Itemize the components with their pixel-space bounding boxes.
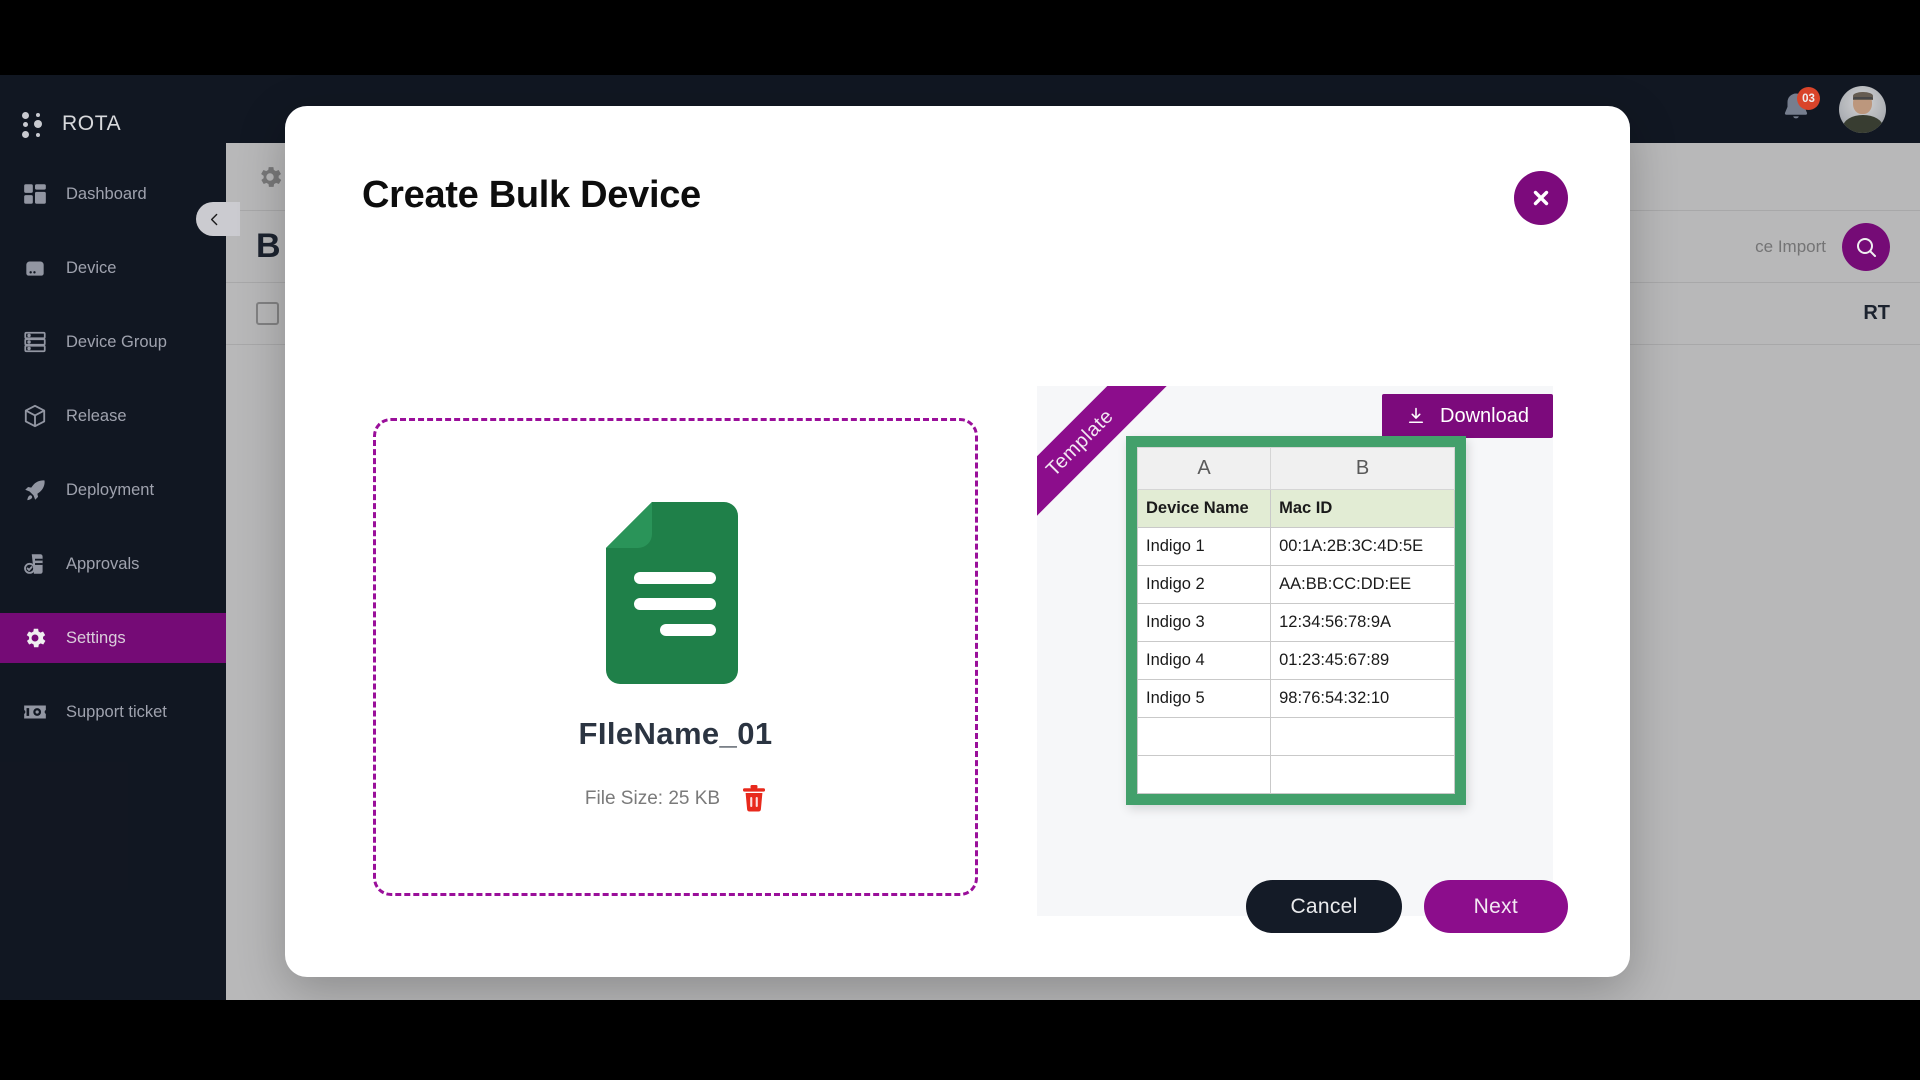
template-table: A B Device Name Mac ID Indigo 1 00:1A:2B… <box>1136 447 1455 794</box>
cell-mac-id: 12:34:56:78:9A <box>1270 603 1455 642</box>
document-file-icon <box>605 502 746 684</box>
cell-device-name: Indigo 5 <box>1136 679 1272 718</box>
header-cell: Device Name <box>1136 489 1272 528</box>
next-button[interactable]: Next <box>1423 880 1568 933</box>
cancel-button[interactable]: Cancel <box>1246 880 1402 933</box>
cell-device-name: Indigo 4 <box>1136 641 1272 680</box>
cell-device-name: Indigo 1 <box>1136 527 1272 566</box>
cell-device-name <box>1136 755 1272 794</box>
header-cell: Mac ID <box>1270 489 1455 528</box>
close-button[interactable] <box>1514 171 1568 225</box>
file-name: FIleName_01 <box>578 716 773 751</box>
download-button[interactable]: Download <box>1382 394 1553 438</box>
column-letter: A <box>1136 447 1272 490</box>
download-icon <box>1409 407 1424 424</box>
cell-mac-id: AA:BB:CC:DD:EE <box>1270 565 1455 604</box>
column-letter: B <box>1270 447 1455 490</box>
app-root: B ce Import RT ROTA Dashboard Device Dev… <box>0 75 1920 1000</box>
file-meta: File Size: 25 KB <box>585 785 766 812</box>
table-row: Indigo 1 00:1A:2B:3C:4D:5E <box>1136 527 1455 566</box>
table-row: Indigo 4 01:23:45:67:89 <box>1136 641 1455 680</box>
table-row: Indigo 2 AA:BB:CC:DD:EE <box>1136 565 1455 604</box>
modal-footer: Cancel Next <box>1246 880 1568 933</box>
create-bulk-device-modal: Create Bulk Device FIleName_01 File Size… <box>285 106 1630 977</box>
cell-mac-id: 00:1A:2B:3C:4D:5E <box>1270 527 1455 566</box>
table-row <box>1136 717 1455 756</box>
table-row <box>1136 755 1455 794</box>
table-row: Indigo 5 98:76:54:32:10 <box>1136 679 1455 718</box>
close-icon <box>1533 190 1549 206</box>
table-row: Indigo 3 12:34:56:78:9A <box>1136 603 1455 642</box>
table-header-row: Device Name Mac ID <box>1136 489 1455 528</box>
table-column-letters: A B <box>1136 447 1455 490</box>
cell-mac-id <box>1270 717 1455 756</box>
file-dropzone[interactable]: FIleName_01 File Size: 25 KB <box>373 418 978 896</box>
template-spreadsheet: A B Device Name Mac ID Indigo 1 00:1A:2B… <box>1126 436 1466 805</box>
cell-mac-id: 01:23:45:67:89 <box>1270 641 1455 680</box>
download-label: Download <box>1440 404 1529 427</box>
trash-icon[interactable] <box>742 785 766 812</box>
cell-device-name: Indigo 3 <box>1136 603 1272 642</box>
template-panel: Template Download A B Device Name Mac ID… <box>1037 386 1553 916</box>
modal-title: Create Bulk Device <box>362 174 701 216</box>
file-size-label: File Size: 25 KB <box>584 787 721 809</box>
cell-device-name: Indigo 2 <box>1136 565 1272 604</box>
cell-device-name <box>1136 717 1272 756</box>
cell-mac-id: 98:76:54:32:10 <box>1270 679 1455 718</box>
cell-mac-id <box>1270 755 1455 794</box>
